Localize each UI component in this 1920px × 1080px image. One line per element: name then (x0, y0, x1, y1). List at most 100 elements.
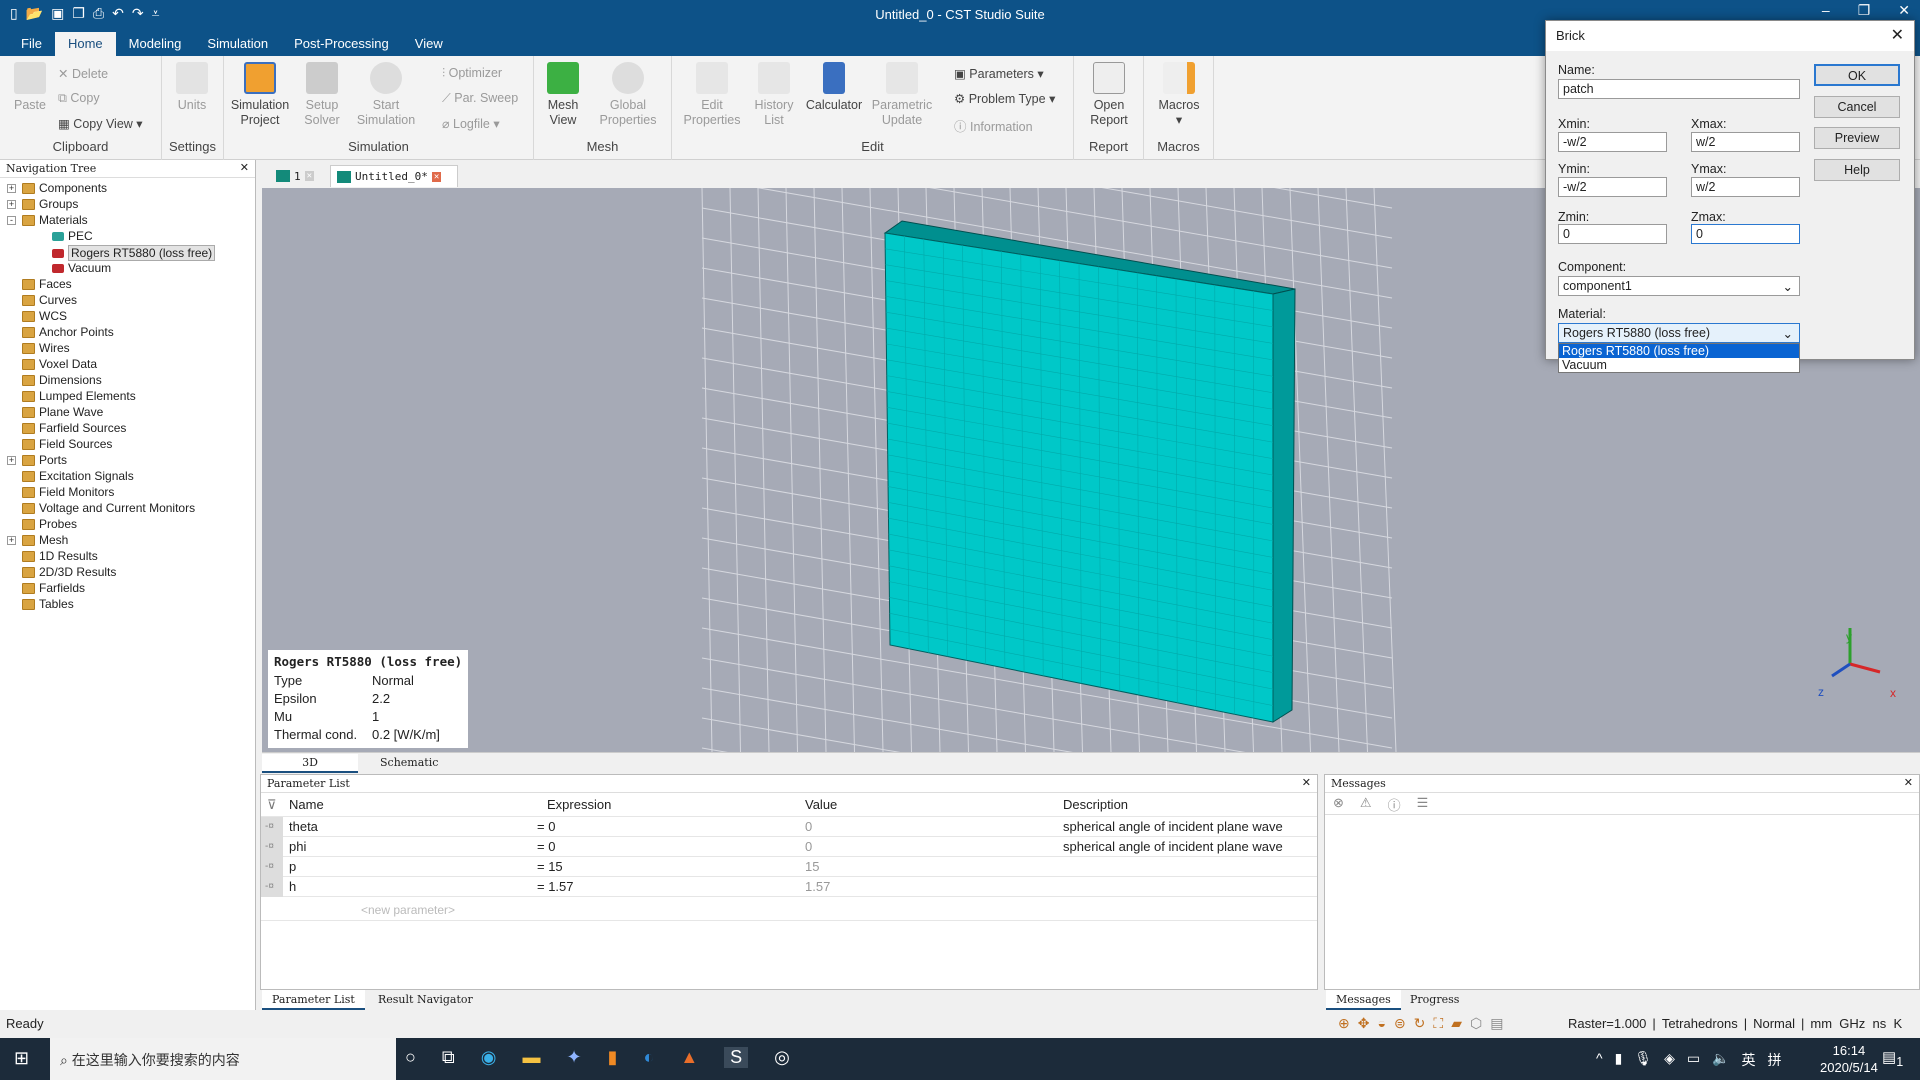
tree-item[interactable]: Curves (22, 293, 77, 307)
delete-button[interactable]: ✕ Delete (58, 66, 108, 81)
doc-tab-untitled[interactable]: Untitled_0* ✕ (330, 165, 458, 187)
paste-button[interactable]: Paste (0, 62, 60, 113)
tab-home[interactable]: Home (54, 32, 116, 56)
tree-item[interactable]: Probes (22, 517, 77, 531)
global-properties-button[interactable]: Global Properties (592, 62, 664, 128)
windows-start-icon[interactable]: ⊞ (14, 1048, 29, 1069)
tree-item[interactable]: Voltage and Current Monitors (22, 501, 195, 515)
tab-result-navigator[interactable]: Result Navigator (368, 990, 483, 1010)
info-icon[interactable]: ⓘ (1388, 795, 1401, 813)
microphone-icon[interactable]: 🎙 (1634, 1050, 1652, 1070)
spin-icon[interactable]: ↻ (1414, 1015, 1426, 1032)
tab-parameter-list[interactable]: Parameter List (262, 990, 365, 1010)
mesh-view-button[interactable]: Mesh View (538, 62, 588, 128)
column-description[interactable]: Description (1063, 797, 1128, 812)
material-option[interactable]: Rogers RT5880 (loss free) (1559, 344, 1799, 358)
parameter-name[interactable]: phi (289, 839, 306, 854)
calculator-button[interactable]: Calculator (802, 62, 866, 113)
zoom-icon[interactable]: ⊜ (1394, 1015, 1406, 1032)
tree-item[interactable]: Lumped Elements (22, 389, 136, 403)
material-select[interactable]: Rogers RT5880 (loss free) ⌄ (1558, 323, 1800, 343)
edge-icon[interactable]: ◉ (481, 1047, 497, 1068)
column-name[interactable]: Name (289, 797, 324, 812)
ime-mode[interactable]: 拼 (1768, 1050, 1782, 1070)
view-cube-icon[interactable]: ⬡ (1470, 1015, 1482, 1032)
tree-item[interactable]: Farfields (22, 581, 85, 595)
tab-simulation[interactable]: Simulation (194, 32, 281, 56)
clear-icon[interactable]: ⊗ (1333, 795, 1344, 812)
list-icon[interactable]: ☰ (1417, 795, 1429, 812)
column-value[interactable]: Value (805, 797, 837, 812)
tree-item[interactable]: WCS (22, 309, 67, 323)
tree-item[interactable]: Plane Wave (22, 405, 103, 419)
zmax-input[interactable]: 0 (1691, 224, 1800, 244)
problem-type-button[interactable]: ⚙ Problem Type ▾ (954, 91, 1055, 106)
tree-item[interactable]: Field Sources (22, 437, 112, 451)
tree-item[interactable]: Mesh (22, 533, 68, 547)
ymax-input[interactable]: w/2 (1691, 177, 1800, 197)
information-button[interactable]: ⓘ Information (954, 116, 1033, 135)
task-view-icon[interactable]: ⧉ (442, 1047, 455, 1068)
macros-button[interactable]: Macros ▾ (1149, 62, 1209, 128)
copy-view-button[interactable]: ▦ Copy View ▾ (58, 116, 143, 131)
expand-toggle[interactable]: + (7, 184, 16, 193)
component-select[interactable]: component1 ⌄ (1558, 276, 1800, 296)
tree-item[interactable]: Faces (22, 277, 72, 291)
usb-icon[interactable]: ▮ (1615, 1050, 1623, 1070)
name-input[interactable]: patch (1558, 79, 1800, 99)
tree-item[interactable]: Rogers RT5880 (loss free) (52, 245, 216, 261)
par-sweep-button[interactable]: ⟋ Par. Sweep (442, 91, 518, 106)
pdf-reader-icon[interactable]: ▮ (608, 1047, 618, 1068)
parameter-row[interactable]: -¤ p = 15 15 (261, 857, 1317, 877)
close-tab-icon[interactable]: ✕ (304, 171, 315, 181)
zmin-input[interactable]: 0 (1558, 224, 1667, 244)
doc-tab-1[interactable]: 1 ✕ (270, 165, 320, 187)
minimize-icon[interactable]: – (1822, 2, 1830, 19)
preview-button[interactable]: Preview (1814, 127, 1900, 149)
material-option[interactable]: Vacuum (1559, 358, 1799, 372)
tab-3d[interactable]: 3D (262, 754, 358, 773)
rotate-icon[interactable]: ◒ (1377, 1015, 1385, 1032)
open-report-button[interactable]: Open Report (1079, 62, 1139, 128)
expand-toggle[interactable]: + (7, 536, 16, 545)
tree-item[interactable]: Wires (22, 341, 70, 355)
tree-item[interactable]: Tables (22, 597, 74, 611)
clock[interactable]: 16:14 2020/5/14 (1820, 1042, 1878, 1076)
tab-post-processing[interactable]: Post-Processing (281, 32, 402, 56)
close-tab-icon[interactable]: ✕ (431, 171, 442, 182)
network-icon[interactable]: ▭ (1687, 1050, 1700, 1070)
tree-item[interactable]: Excitation Signals (22, 469, 134, 483)
optimizer-button[interactable]: ⫶ Optimizer (442, 66, 502, 81)
tree-item[interactable]: Dimensions (22, 373, 102, 387)
mesh-type-field[interactable]: Tetrahedrons (1662, 1016, 1738, 1031)
feishu-icon[interactable]: ✦ (566, 1047, 581, 1068)
parameter-name[interactable]: theta (289, 819, 318, 834)
warning-icon[interactable]: ⚠ (1360, 795, 1372, 812)
history-list-button[interactable]: History List (750, 62, 798, 128)
parameter-expression[interactable]: = 0 (537, 819, 555, 834)
tab-modeling[interactable]: Modeling (116, 32, 195, 56)
app-icon[interactable]: ◐ (643, 1047, 654, 1068)
simulation-project-button[interactable]: Simulation Project (228, 62, 292, 128)
tree-item[interactable]: Vacuum (52, 261, 111, 275)
parameter-expression[interactable]: = 15 (537, 859, 563, 874)
file-explorer-icon[interactable]: ▬ (522, 1047, 540, 1068)
ymin-input[interactable]: -w/2 (1558, 177, 1667, 197)
mode-field[interactable]: Normal (1753, 1016, 1795, 1031)
zoom-region-icon[interactable]: ⊕ (1338, 1015, 1350, 1032)
cst-icon[interactable]: S (724, 1047, 749, 1068)
chevron-up-icon[interactable]: ^ (1596, 1050, 1603, 1070)
edit-properties-button[interactable]: Edit Properties (682, 62, 742, 128)
tab-view[interactable]: View (402, 32, 456, 56)
parameters-button[interactable]: ▣ Parameters ▾ (954, 66, 1044, 81)
units-field[interactable]: mm GHz ns K (1810, 1016, 1902, 1031)
tree-item[interactable]: PEC (52, 229, 93, 243)
parameter-expression[interactable]: = 1.57 (537, 879, 574, 894)
tree-item[interactable]: 2D/3D Results (22, 565, 116, 579)
notification-icon[interactable]: ▤1 (1882, 1048, 1903, 1069)
tree-item[interactable]: Field Monitors (22, 485, 114, 499)
close-icon[interactable]: ✕ (1302, 776, 1311, 789)
start-simulation-button[interactable]: Start Simulation (354, 62, 418, 128)
parameter-name[interactable]: p (289, 859, 296, 874)
obs-icon[interactable]: ◎ (774, 1047, 790, 1068)
